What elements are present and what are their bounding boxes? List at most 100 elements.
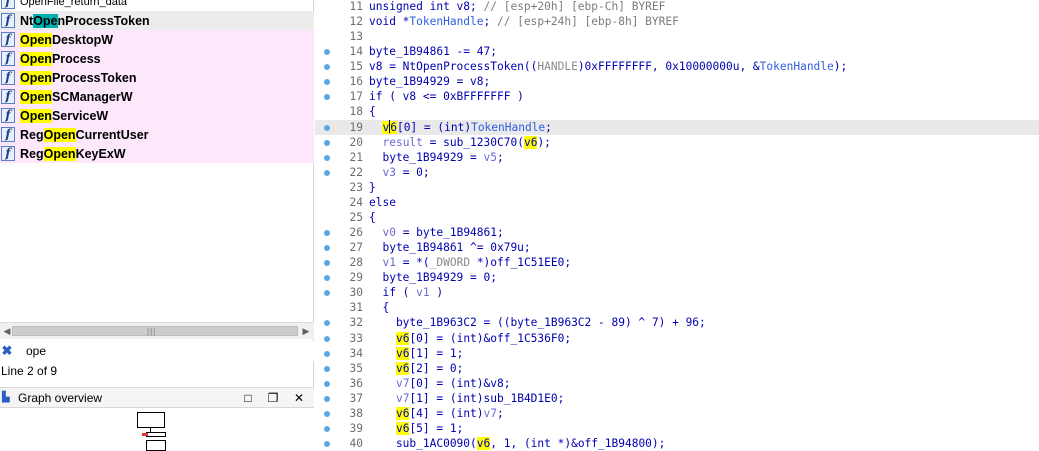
line-number: 22 <box>349 165 363 179</box>
code-line[interactable]: 19 v6[0] = (int)TokenHandle; <box>315 119 1039 135</box>
code-text: v7[0] = (int)&v8; <box>395 376 511 390</box>
breakpoint-dot-icon[interactable] <box>324 395 330 402</box>
pseudocode-view[interactable]: 11 unsigned int v8; // [esp+20h] [ebp-Ch]… <box>315 0 1039 451</box>
float-icon[interactable]: ❐ <box>265 390 281 406</box>
breakpoint-dot-icon[interactable] <box>324 320 330 327</box>
breakpoint-dot-icon[interactable] <box>324 335 330 342</box>
function-list-item[interactable]: f OpenServiceW <box>0 106 314 125</box>
code-line[interactable]: 13 <box>315 29 1039 44</box>
breakpoint-dot-icon[interactable] <box>324 350 330 357</box>
line-number: 30 <box>349 286 363 300</box>
breakpoint-dot-icon[interactable] <box>324 154 330 161</box>
function-list-item[interactable]: f RegOpenKeyExW <box>0 144 314 163</box>
code-line[interactable]: 14 byte_1B94861 -= 47; <box>315 44 1039 59</box>
breakpoint-dot-icon[interactable] <box>324 425 330 432</box>
breakpoint-dot-icon[interactable] <box>324 94 330 101</box>
code-line[interactable]: 27 byte_1B94861 ^= 0x79u; <box>315 240 1039 255</box>
scroll-right-icon[interactable]: ▶ <box>300 325 312 337</box>
code-text: v6[5] = 1; <box>395 421 464 435</box>
close-icon[interactable]: ✕ <box>291 390 307 406</box>
search-match-highlight: Open <box>20 70 52 85</box>
breakpoint-dot-icon[interactable] <box>324 169 330 176</box>
code-line[interactable]: 25 { <box>315 210 1039 225</box>
code-text: } <box>369 180 376 194</box>
code-line[interactable]: 30 if ( v1 ) <box>315 285 1039 300</box>
function-list-item[interactable]: f OpenProcessToken <box>0 68 314 87</box>
breakpoint-dot-icon[interactable] <box>324 365 330 372</box>
breakpoint-dot-icon[interactable] <box>324 290 330 297</box>
code-line[interactable]: 17 if ( v8 <= 0xBFFFFFFF ) <box>315 89 1039 104</box>
function-name: OpenServiceW <box>20 108 109 123</box>
function-list-item[interactable]: f OpenFile_return_data <box>0 0 314 11</box>
code-line[interactable]: 34 v6[1] = 1; <box>315 346 1039 361</box>
function-name: OpenProcess <box>20 51 101 66</box>
code-line[interactable]: 15 v8 = NtOpenProcessToken((HANDLE)0xFFFF… <box>315 59 1039 74</box>
functions-pane: f OpenFile_return_data f NtOpenProcessToken… <box>0 0 314 451</box>
function-list-item[interactable]: f NtOpenProcessToken <box>0 11 314 30</box>
code-line[interactable]: 21 byte_1B94929 = v5; <box>315 150 1039 165</box>
code-text: v6[4] = (int)v7; <box>395 406 504 420</box>
search-match-highlight: Open <box>20 51 52 66</box>
line-number: 21 <box>349 150 363 164</box>
breakpoint-dot-icon[interactable] <box>324 380 330 387</box>
function-list[interactable]: f OpenFile_return_data f NtOpenProcessToken… <box>0 0 314 322</box>
line-number: 24 <box>349 195 363 209</box>
line-number: 26 <box>349 226 363 240</box>
code-line[interactable]: 20 result = sub_1230C70(v6); <box>315 135 1039 150</box>
breakpoint-dot-icon[interactable] <box>324 139 330 146</box>
code-line[interactable]: 24 else <box>315 195 1039 210</box>
code-line[interactable]: 29 byte_1B94929 = 0; <box>315 270 1039 285</box>
code-line[interactable]: 32 byte_1B963C2 = ((byte_1B963C2 - 89) ^… <box>315 315 1039 330</box>
code-line[interactable]: 16 byte_1B94929 = v8; <box>315 74 1039 89</box>
code-line[interactable]: 39 v6[5] = 1; <box>315 421 1039 436</box>
function-list-item[interactable]: f OpenSCManagerW <box>0 87 314 106</box>
line-number: 37 <box>349 391 363 405</box>
code-text: result = sub_1230C70(v6); <box>382 135 551 149</box>
scrollbar-thumb[interactable]: ||| <box>12 326 298 336</box>
minimize-icon[interactable]: □ <box>240 390 256 406</box>
code-line[interactable]: 31 { <box>315 300 1039 315</box>
function-icon: f <box>1 13 15 28</box>
code-text: else <box>369 195 396 209</box>
search-input[interactable] <box>26 343 226 359</box>
line-number: 31 <box>349 301 363 315</box>
code-line[interactable]: 36 v7[0] = (int)&v8; <box>315 376 1039 391</box>
code-line[interactable]: 26 v0 = byte_1B94861; <box>315 225 1039 240</box>
breakpoint-dot-icon[interactable] <box>324 49 330 56</box>
horizontal-scrollbar[interactable]: ◀ ||| ▶ <box>0 322 314 339</box>
code-line[interactable]: 40 sub_1AC0090(v6, 1, (int *)&off_1B9480… <box>315 436 1039 451</box>
breakpoint-dot-icon[interactable] <box>324 275 330 282</box>
breakpoint-dot-icon[interactable] <box>324 260 330 267</box>
breakpoint-dot-icon[interactable] <box>324 230 330 237</box>
function-list-item[interactable]: f RegOpenCurrentUser <box>0 125 314 144</box>
code-line[interactable]: 37 v7[1] = (int)sub_1B4D1E0; <box>315 391 1039 406</box>
code-line[interactable]: 11 unsigned int v8; // [esp+20h] [ebp-Ch]… <box>315 0 1039 14</box>
graph-node <box>146 440 166 451</box>
code-line[interactable]: 18 { <box>315 104 1039 119</box>
code-line[interactable]: 33 v6[0] = (int)&off_1C536F0; <box>315 331 1039 346</box>
breakpoint-dot-icon[interactable] <box>324 124 330 131</box>
breakpoint-dot-icon[interactable] <box>324 64 330 71</box>
code-line[interactable]: 12 void *TokenHandle; // [esp+24h] [ebp-8… <box>315 14 1039 29</box>
breakpoint-dot-icon[interactable] <box>324 441 330 448</box>
code-line[interactable]: 38 v6[4] = (int)v7; <box>315 406 1039 421</box>
graph-overview-header: ▙ Graph overview □ ❐ ✕ <box>0 387 314 408</box>
close-icon[interactable]: ✖ <box>1 344 13 357</box>
code-line[interactable]: 23} <box>315 180 1039 195</box>
line-number: 40 <box>349 437 363 451</box>
function-name: RegOpenCurrentUser <box>20 127 149 142</box>
line-number: 32 <box>349 316 363 330</box>
code-line[interactable]: 28 v1 = *(_DWORD *)off_1C51EE0; <box>315 255 1039 270</box>
code-line[interactable]: 35 v6[2] = 0; <box>315 361 1039 376</box>
graph-overview-title: Graph overview <box>18 390 103 405</box>
breakpoint-dot-icon[interactable] <box>324 410 330 417</box>
code-text: byte_1B94929 = 0; <box>369 271 497 285</box>
breakpoint-dot-icon[interactable] <box>324 79 330 86</box>
line-number: 20 <box>349 135 363 149</box>
code-line[interactable]: 22 v3 = 0; <box>315 165 1039 180</box>
graph-overview-canvas[interactable] <box>0 408 314 451</box>
function-list-item[interactable]: f OpenDesktopW <box>0 30 314 49</box>
function-list-item[interactable]: f OpenProcess <box>0 49 314 68</box>
code-text: sub_1AC0090(v6, 1, (int *)&off_1B94800); <box>369 437 666 451</box>
breakpoint-dot-icon[interactable] <box>324 245 330 252</box>
